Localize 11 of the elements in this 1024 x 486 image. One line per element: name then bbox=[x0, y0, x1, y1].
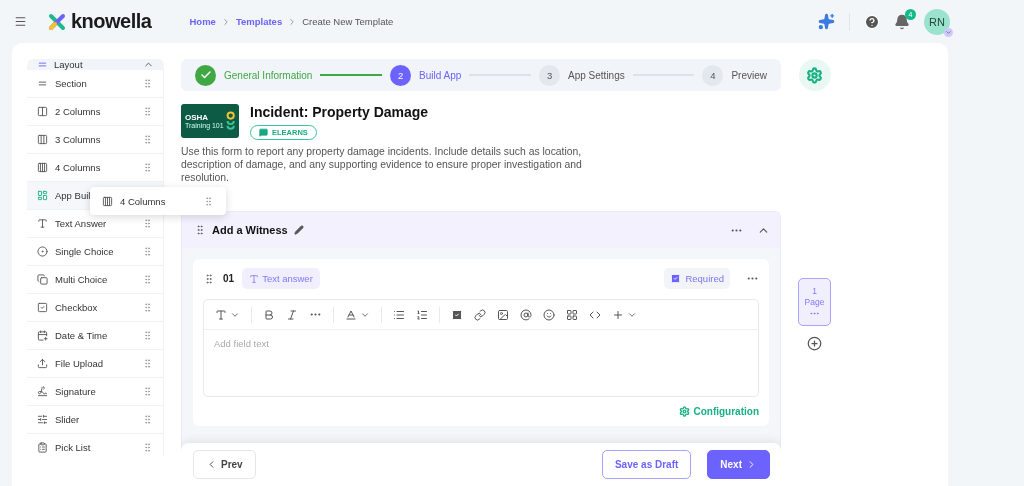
template-title: Incident: Property Damage bbox=[250, 104, 429, 120]
template-description: Use this form to report any property damage incidents. Include details such as location, description of damage, and any supporting evidence to ensure proper investigation and resolution. bbox=[181, 145, 583, 184]
step-number: 3 bbox=[539, 64, 561, 86]
page-label: 1 Page bbox=[803, 285, 826, 308]
question-number: 01 bbox=[223, 273, 235, 284]
step-number: 2 bbox=[390, 64, 412, 86]
thumbnail-title: OSHA bbox=[185, 113, 210, 122]
step-number: 4 bbox=[702, 64, 724, 86]
section-title: Add a Witness bbox=[212, 224, 288, 236]
breadcrumb-current: Create New Template bbox=[302, 16, 394, 27]
brand-name: knowella bbox=[71, 10, 152, 33]
